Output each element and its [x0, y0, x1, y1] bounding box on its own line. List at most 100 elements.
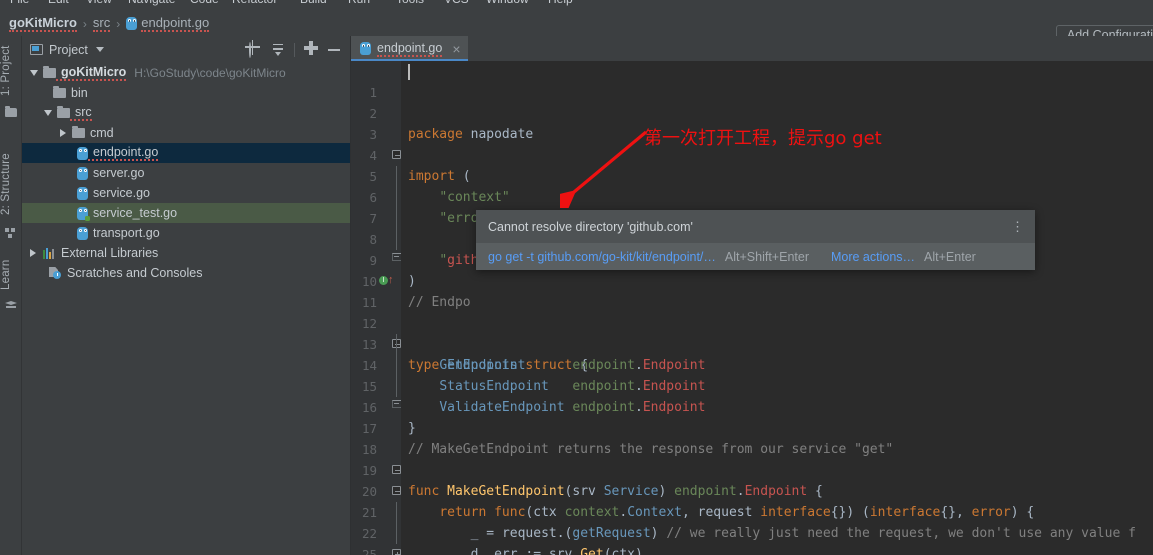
folder-icon — [72, 125, 85, 138]
more-actions-shortcut: Alt+Enter — [924, 249, 976, 264]
structure-icon — [5, 228, 17, 238]
more-options-icon[interactable]: ⋮ — [1011, 220, 1024, 233]
tree-item-label: transport.go — [93, 226, 160, 240]
go-file-icon — [77, 186, 88, 200]
go-get-action-link[interactable]: go get -t github.com/go-kit/kit/endpoint… — [488, 250, 716, 264]
chevron-down-icon[interactable] — [95, 47, 104, 52]
code-line: 25 return getResponse{Date: d, Err:""}, … — [351, 523, 1153, 555]
collapse-all-icon[interactable] — [271, 43, 285, 57]
learn-icon — [5, 300, 17, 310]
code-line: 18 func MakeGetEndpoint(srv Service) end… — [351, 418, 1153, 499]
breadcrumb-item-file[interactable]: endpoint.go — [126, 14, 210, 32]
code-line: 12 GetEndpoint endpoint.Endpoint — [351, 292, 1153, 373]
code-line: 15 } — [351, 355, 1153, 436]
left-tool-strip: 1: Project 2: Structure Learn — [0, 36, 22, 555]
tree-item-label: src — [70, 105, 92, 121]
tree-item-transport-go[interactable]: transport.go — [22, 223, 350, 243]
tree-item-cmd[interactable]: cmd — [22, 123, 350, 143]
text-caret — [408, 64, 410, 80]
chevron-down-icon[interactable] — [44, 110, 52, 116]
tree-item-service-go[interactable]: service.go — [22, 183, 350, 203]
annotation-arrow — [560, 130, 648, 208]
tree-item-label: Scratches and Consoles — [67, 266, 203, 280]
tool-window-project[interactable]: 1: Project — [0, 40, 22, 102]
tool-window-structure[interactable]: 2: Structure — [0, 146, 22, 222]
tree-item-src[interactable]: src — [22, 103, 350, 123]
project-panel-header: Project — [22, 36, 350, 63]
menu-item[interactable]: VCS — [444, 0, 469, 5]
menu-item[interactable]: Navigate — [128, 0, 175, 5]
code-line: 19 return func(ctx context.Context, requ… — [351, 439, 1153, 520]
menu-item[interactable]: Window — [486, 0, 529, 5]
menu-item[interactable]: Build — [300, 0, 327, 5]
tree-item-label: server.go — [93, 166, 145, 180]
folder-icon — [53, 85, 66, 98]
popup-actions-row: go get -t github.com/go-kit/kit/endpoint… — [476, 243, 1035, 270]
tree-item-scratches[interactable]: Scratches and Consoles — [22, 263, 350, 283]
code-line: 1 package napodate — [351, 61, 1153, 142]
tree-item-label: bin — [71, 86, 88, 100]
close-icon[interactable]: × — [448, 42, 460, 56]
tool-window-project-label: 1: Project — [0, 45, 12, 97]
menu-item[interactable]: Tools — [396, 0, 424, 5]
chevron-right-icon[interactable] — [60, 129, 66, 137]
go-file-icon — [77, 226, 88, 240]
menu-item[interactable]: Help — [548, 0, 573, 5]
tree-item-path: H:\GoStudy\code\goKitMicro — [134, 66, 286, 80]
tree-item-label: cmd — [90, 126, 114, 140]
breadcrumb-item-project[interactable]: goKitMicro — [9, 14, 77, 32]
tree-item-gokitmicro[interactable]: goKitMicro H:\GoStudy\code\goKitMicro — [22, 63, 350, 83]
gutter-run-marker[interactable]: I ↑ — [379, 275, 394, 286]
code-line: 17 // MakeGetEndpoint returns the respon… — [351, 397, 1153, 457]
tree-item-label: External Libraries — [61, 246, 159, 260]
tab-endpoint-go[interactable]: endpoint.go × — [351, 36, 468, 61]
menu-item[interactable]: Code — [190, 0, 219, 5]
chevron-right-icon[interactable] — [30, 249, 36, 257]
tool-window-learn-label: Learn — [0, 259, 12, 291]
code-line: 11 I ↑ type Endpoints struct { — [351, 271, 1153, 374]
go-get-shortcut: Alt+Shift+Enter — [724, 249, 809, 264]
tool-window-learn[interactable]: Learn — [0, 254, 22, 296]
tree-item-bin[interactable]: bin — [22, 83, 350, 103]
folder-icon — [43, 65, 56, 78]
tree-item-label: service.go — [93, 186, 150, 200]
go-file-icon — [77, 146, 88, 160]
tree-item-service-test-go[interactable]: service_test.go — [22, 203, 350, 223]
code-line: 21 d, err := srv.Get(ctx) — [351, 481, 1153, 555]
project-tree: goKitMicro H:\GoStudy\code\goKitMicro bi… — [22, 63, 350, 555]
code-line: 22 if err != nil : getResponse{d, err.Er… — [351, 502, 1153, 555]
breadcrumb-label: goKitMicro — [9, 14, 77, 32]
tab-label: endpoint.go — [377, 40, 443, 57]
folder-icon — [5, 106, 17, 117]
annotation-text: 第一次打开工程，提示go get — [644, 128, 882, 149]
tree-item-endpoint-go[interactable]: endpoint.go — [22, 143, 350, 163]
menu-item[interactable]: Refactor — [232, 0, 277, 5]
editor-area: endpoint.go × 1 package napodate 2 3 imp — [351, 36, 1153, 555]
go-file-icon — [360, 42, 371, 55]
popup-message: Cannot resolve directory 'github.com' — [488, 219, 693, 234]
gear-icon[interactable] — [304, 43, 318, 57]
breadcrumb-item-src[interactable]: src — [92, 15, 111, 32]
chevron-down-icon[interactable] — [30, 70, 38, 76]
breadcrumb: goKitMicro › src › endpoint.go — [0, 14, 210, 32]
menu-item[interactable]: File — [10, 0, 29, 5]
tree-item-external-libraries[interactable]: External Libraries — [22, 243, 350, 263]
tool-window-structure-label: 2: Structure — [0, 153, 12, 215]
menu-item[interactable]: View — [86, 0, 112, 5]
more-actions-link[interactable]: More actions… — [831, 250, 915, 264]
go-file-icon — [77, 166, 88, 180]
menu-item[interactable]: Run — [348, 0, 370, 5]
project-icon — [30, 44, 43, 55]
code-line: 26 } — [351, 544, 1153, 555]
menu-item[interactable]: Edit — [48, 0, 69, 5]
tree-item-server-go[interactable]: server.go — [22, 163, 350, 183]
breadcrumb-label: endpoint.go — [141, 14, 210, 32]
project-panel-title: Project — [49, 42, 88, 57]
popup-message-row: Cannot resolve directory 'github.com' ⋮ — [476, 210, 1035, 243]
editor-tab-bar: endpoint.go × — [351, 36, 1153, 61]
minimize-icon[interactable] — [327, 43, 341, 57]
code-line: 14 ValidateEndpoint endpoint.Endpoint — [351, 334, 1153, 415]
breadcrumb-separator: › — [82, 16, 87, 31]
project-panel: Project goKitMicro H:\GoStudy\code\goKit… — [22, 36, 351, 555]
locate-icon[interactable] — [248, 41, 262, 58]
